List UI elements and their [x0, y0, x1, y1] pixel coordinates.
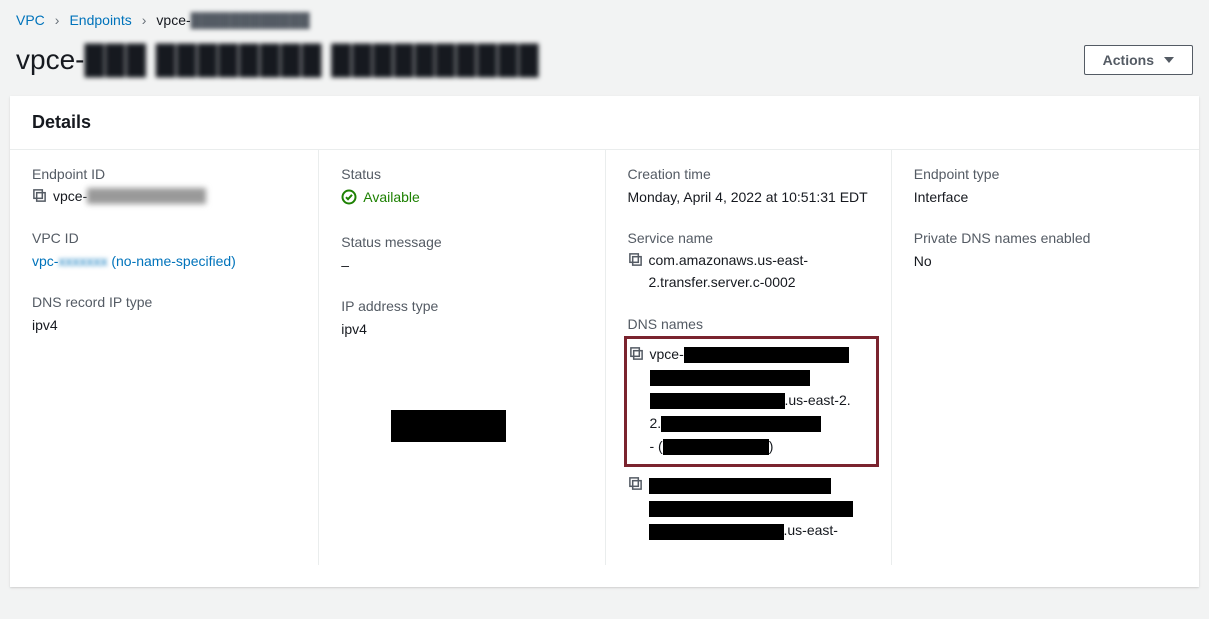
endpoint-type-value: Interface — [914, 186, 1161, 208]
ip-address-type-label: IP address type — [341, 298, 588, 314]
dns-names-highlighted: vpce- .us-east-2. 2. - () — [624, 336, 879, 467]
private-dns-value: No — [914, 250, 1161, 272]
endpoint-id-value: vpce-xxxxxxxxxxxxxxxxx — [53, 186, 206, 208]
service-name-value: com.amazonaws.us-east-2.transfer.server.… — [649, 250, 875, 293]
ip-address-type-value: ipv4 — [341, 318, 588, 340]
breadcrumb: VPC › Endpoints › vpce-████████████ — [0, 0, 1209, 36]
service-name-label: Service name — [628, 230, 875, 246]
copy-icon[interactable] — [628, 475, 643, 490]
copy-icon[interactable] — [32, 188, 47, 203]
chevron-right-icon: › — [55, 12, 60, 28]
vpc-id-label: VPC ID — [32, 230, 302, 246]
creation-time-label: Creation time — [628, 166, 875, 182]
dns-record-ip-type-label: DNS record IP type — [32, 294, 302, 310]
breadcrumb-endpoints[interactable]: Endpoints — [69, 12, 131, 28]
vpc-id-link[interactable]: vpc-xxxxxxx (no-name-specified) — [32, 253, 236, 269]
check-circle-icon — [341, 189, 357, 205]
copy-icon[interactable] — [629, 345, 644, 360]
dns-names-label: DNS names — [628, 316, 875, 332]
actions-button[interactable]: Actions — [1084, 45, 1193, 75]
endpoint-id-label: Endpoint ID — [32, 166, 302, 182]
details-grid: Endpoint ID vpce-xxxxxxxxxxxxxxxxx VPC I… — [10, 150, 1199, 587]
copy-icon[interactable] — [628, 252, 643, 267]
dns-record-ip-type-value: ipv4 — [32, 314, 302, 336]
status-label: Status — [341, 166, 588, 182]
redacted-block — [391, 410, 506, 442]
dns-name-2: .us-east- — [649, 473, 853, 542]
endpoint-type-label: Endpoint type — [914, 166, 1161, 182]
details-col-3: Creation time Monday, April 4, 2022 at 1… — [605, 150, 891, 565]
card-header: Details — [10, 96, 1199, 150]
breadcrumb-current: vpce-████████████ — [156, 12, 309, 28]
card-title: Details — [32, 112, 1177, 133]
dns-name-1: vpce- .us-east-2. 2. - () — [650, 343, 851, 458]
details-col-1: Endpoint ID vpce-xxxxxxxxxxxxxxxxx VPC I… — [32, 150, 318, 565]
private-dns-label: Private DNS names enabled — [914, 230, 1161, 246]
breadcrumb-vpc[interactable]: VPC — [16, 12, 45, 28]
details-col-4: Endpoint type Interface Private DNS name… — [891, 150, 1177, 565]
chevron-right-icon: › — [142, 12, 147, 28]
creation-time-value: Monday, April 4, 2022 at 10:51:31 EDT — [628, 186, 875, 208]
details-card: Details Endpoint ID vpce-xxxxxxxxxxxxxxx… — [10, 96, 1199, 587]
status-value: Available — [341, 186, 420, 208]
status-message-label: Status message — [341, 234, 588, 250]
caret-down-icon — [1164, 57, 1174, 63]
page-header: vpce-███ ████████ ██████████ Actions — [0, 36, 1209, 96]
details-col-2: Status Available Status message – IP add… — [318, 150, 604, 565]
status-message-value: – — [341, 254, 588, 276]
page-title: vpce-███ ████████ ██████████ — [16, 44, 540, 76]
